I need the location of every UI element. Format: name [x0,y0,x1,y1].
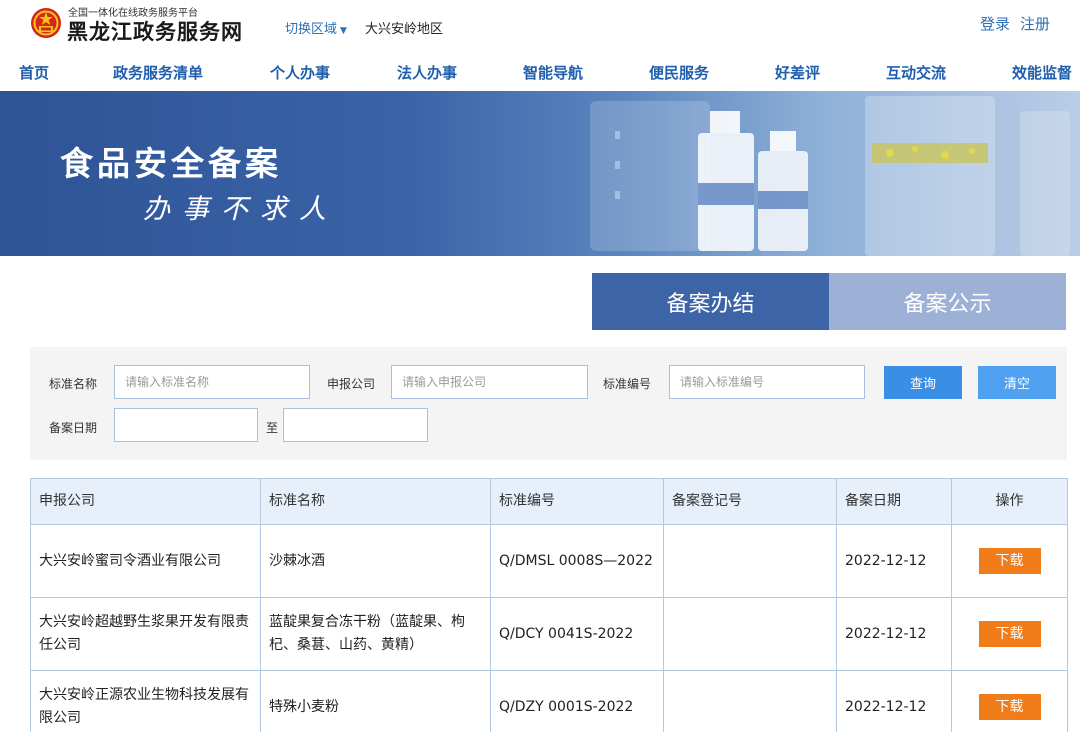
cell-standard-name: 特殊小麦粉 [260,670,491,732]
cell-standard-number: Q/DMSL 0008S—2022 [490,524,664,598]
cell-filing-date: 2022-12-12 [836,670,952,732]
column-header-registration-number: 备案登记号 [663,478,837,525]
caret-down-icon: ▼ [340,26,347,36]
cell-action: 下载 [951,597,1068,671]
nav-item-corporate[interactable]: 法人办事 [397,62,457,83]
site-title[interactable]: 黑龙江政务服务网 [67,16,243,46]
table-row: 大兴安岭超越野生浆果开发有限责任公司 蓝靛果复合冻干粉（蓝靛果、枸杞、桑葚、山药… [30,597,1068,671]
date-to-label: 至 [266,421,279,435]
company-input[interactable] [391,365,588,399]
region-switch[interactable]: 切换区域 ▼ [285,18,347,37]
cell-standard-name: 蓝靛果复合冻干粉（蓝靛果、枸杞、桑葚、山药、黄精） [260,597,491,671]
nav-item-rating[interactable]: 好差评 [775,62,820,83]
search-button[interactable]: 查询 [884,366,962,399]
cell-registration-number [663,597,837,671]
column-header-company: 申报公司 [30,478,261,525]
download-button[interactable]: 下载 [978,548,1041,574]
nav-item-service-list[interactable]: 政务服务清单 [113,62,203,83]
date-end-input[interactable] [283,408,428,442]
nav-item-supervision[interactable]: 效能监督 [1012,62,1072,83]
cell-filing-date: 2022-12-12 [836,597,952,671]
banner-title: 食品安全备案 [60,144,282,183]
nav-item-personal[interactable]: 个人办事 [270,62,330,83]
company-label: 申报公司 [327,377,376,391]
standard-number-input[interactable] [669,365,865,399]
region-switch-label: 切换区域 [285,22,338,37]
download-button[interactable]: 下载 [978,694,1041,720]
standard-name-label: 标准名称 [49,377,98,391]
nav-item-interaction[interactable]: 互动交流 [886,62,946,83]
tab-filing-completed[interactable]: 备案办结 [592,273,829,330]
table-header-row: 申报公司 标准名称 标准编号 备案登记号 备案日期 操作 [30,478,1068,525]
cell-action: 下载 [951,670,1068,732]
filing-date-label: 备案日期 [49,421,98,435]
cell-standard-number: Q/DCY 0041S-2022 [490,597,664,671]
cell-action: 下载 [951,524,1068,598]
register-link[interactable]: 注册 [1020,15,1050,33]
column-header-action: 操作 [951,478,1068,525]
column-header-filing-date: 备案日期 [836,478,952,525]
nav-item-convenience[interactable]: 便民服务 [649,62,709,83]
clear-button[interactable]: 清空 [978,366,1056,399]
site-header: 全国一体化在线政务服务平台 黑龙江政务服务网 切换区域 ▼ 大兴安岭地区 登录 注册 [0,0,1080,54]
page-banner: 食品安全备案 办事不求人 [0,91,1080,256]
auth-links: 登录 注册 [980,13,1050,34]
cell-company: 大兴安岭蜜司令酒业有限公司 [30,524,261,598]
cell-standard-name: 沙棘冰酒 [260,524,491,598]
standard-number-label: 标准编号 [603,377,652,391]
banner-slogan: 办事不求人 [143,194,338,225]
table-row: 大兴安岭正源农业生物科技发展有限公司 特殊小麦粉 Q/DZY 0001S-202… [30,670,1068,732]
date-start-input[interactable] [114,408,258,442]
download-button[interactable]: 下载 [978,621,1041,647]
tab-filing-public[interactable]: 备案公示 [829,273,1066,330]
table-row: 大兴安岭蜜司令酒业有限公司 沙棘冰酒 Q/DMSL 0008S—2022 202… [30,524,1068,598]
login-link[interactable]: 登录 [980,15,1010,33]
current-region: 大兴安岭地区 [365,22,444,37]
cell-filing-date: 2022-12-12 [836,524,952,598]
cell-company: 大兴安岭超越野生浆果开发有限责任公司 [30,597,261,671]
standard-name-input[interactable] [114,365,310,399]
main-nav: 首页 政务服务清单 个人办事 法人办事 智能导航 便民服务 好差评 互动交流 效… [0,56,1080,90]
filing-results-table: 申报公司 标准名称 标准编号 备案登记号 备案日期 操作 大兴安岭蜜司令酒业有限… [30,478,1068,732]
cell-standard-number: Q/DZY 0001S-2022 [490,670,664,732]
column-header-standard-number: 标准编号 [490,478,664,525]
cell-registration-number [663,524,837,598]
national-emblem-icon [31,8,61,38]
cell-company: 大兴安岭正源农业生物科技发展有限公司 [30,670,261,732]
nav-item-home[interactable]: 首页 [19,62,49,83]
nav-item-smart-nav[interactable]: 智能导航 [523,62,583,83]
lab-bottles-illustration [590,96,1070,256]
search-filter-panel: 标准名称 申报公司 标准编号 查询 清空 备案日期 至 [30,347,1067,460]
cell-registration-number [663,670,837,732]
column-header-standard-name: 标准名称 [260,478,491,525]
